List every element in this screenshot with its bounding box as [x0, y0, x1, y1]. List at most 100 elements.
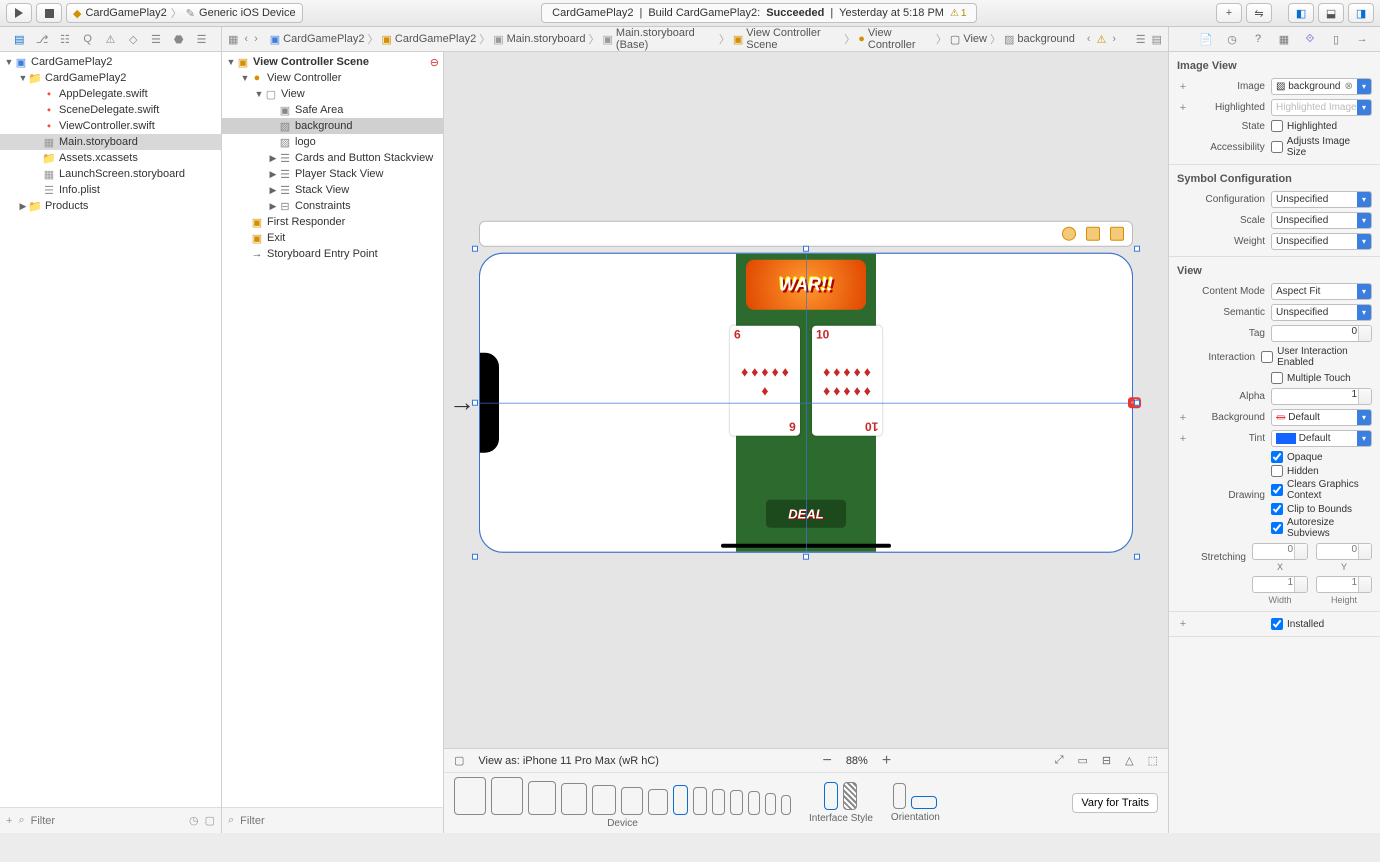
- attributes-inspector-icon[interactable]: ⟐: [1302, 31, 1318, 47]
- tag-stepper[interactable]: 0: [1271, 325, 1372, 342]
- library-plus-button[interactable]: +: [1216, 3, 1242, 23]
- align-icon[interactable]: ▭: [1078, 754, 1088, 767]
- nav-row[interactable]: 📁Assets.xcassets: [0, 150, 221, 166]
- drawing-check-4[interactable]: Autoresize Subviews: [1271, 517, 1372, 539]
- code-review-button[interactable]: ⇋: [1246, 3, 1272, 23]
- file-inspector-icon[interactable]: 📄: [1198, 31, 1214, 47]
- outline-filter-input[interactable]: [240, 812, 437, 830]
- drawing-check-3[interactable]: Clip to Bounds: [1271, 503, 1372, 515]
- device-config-icon[interactable]: ▢: [454, 754, 464, 767]
- vc-dock-icon[interactable]: [1062, 227, 1076, 241]
- constraint-tag[interactable]: ◦0: [1128, 397, 1141, 408]
- zoom-in-button[interactable]: +: [882, 752, 891, 770]
- outline-row[interactable]: ▨logo: [222, 134, 443, 150]
- debug-navigator-icon[interactable]: ☰: [148, 31, 164, 47]
- device-thumbs[interactable]: [454, 777, 791, 815]
- weight-dropdown[interactable]: Unspecified▾: [1271, 233, 1372, 250]
- tint-dropdown[interactable]: ▬▬ Default▾: [1271, 430, 1372, 447]
- outline-row[interactable]: ▶⊟Constraints: [222, 198, 443, 214]
- scene-dock[interactable]: [479, 221, 1133, 247]
- outline-toggle-icon[interactable]: ☰: [1136, 33, 1146, 46]
- nav-row[interactable]: ⬩ViewController.swift: [0, 118, 221, 134]
- outline-row[interactable]: ▣Safe Area: [222, 102, 443, 118]
- issues-warn-icon[interactable]: ⚠: [1097, 33, 1107, 46]
- source-control-navigator-icon[interactable]: ⎇: [34, 31, 50, 47]
- drawing-check-2[interactable]: Clears Graphics Context: [1271, 479, 1372, 501]
- outline-row[interactable]: ▣Exit: [222, 230, 443, 246]
- outline-row[interactable]: ▣First Responder: [222, 214, 443, 230]
- outline-row[interactable]: ▼●View Controller: [222, 70, 443, 86]
- zoom-level[interactable]: 88%: [846, 755, 868, 767]
- stretch-y-stepper[interactable]: 0: [1316, 543, 1372, 560]
- accessibility-check[interactable]: Adjusts Image Size: [1271, 136, 1372, 158]
- outline-row[interactable]: ▼▢View: [222, 86, 443, 102]
- pin-icon[interactable]: ⊟: [1102, 754, 1111, 767]
- scm-filter-icon[interactable]: ▢: [205, 814, 215, 827]
- issues-next-icon[interactable]: ›: [1112, 33, 1116, 45]
- add-bg-icon[interactable]: +: [1177, 412, 1189, 424]
- size-inspector-icon[interactable]: ▯: [1328, 31, 1344, 47]
- issue-navigator-icon[interactable]: ⚠: [102, 31, 118, 47]
- outline-row[interactable]: ▼▣View Controller Scene⊖: [222, 54, 443, 70]
- orientation-thumbs[interactable]: [893, 783, 937, 809]
- user-interaction-check[interactable]: User Interaction Enabled: [1261, 346, 1372, 368]
- interface-builder-canvas[interactable]: → WAR!! 6 ♦♦♦♦♦♦ 6 10: [444, 52, 1168, 833]
- help-inspector-icon[interactable]: ?: [1250, 31, 1266, 47]
- stop-button[interactable]: [36, 3, 62, 23]
- resolve-icon[interactable]: △: [1125, 754, 1133, 767]
- toggle-left-panel-button[interactable]: ◧: [1288, 3, 1314, 23]
- nav-row[interactable]: ⬩AppDelegate.swift: [0, 86, 221, 102]
- zoom-out-button[interactable]: −: [822, 752, 831, 770]
- breakpoint-navigator-icon[interactable]: ⬣: [171, 31, 187, 47]
- run-button[interactable]: [6, 3, 32, 23]
- device-preview[interactable]: WAR!! 6 ♦♦♦♦♦♦ 6 10 ♦♦♦♦♦♦♦♦♦♦ 10: [479, 253, 1133, 553]
- stretch-w-stepper[interactable]: 1: [1252, 576, 1308, 593]
- background-dropdown[interactable]: ▭ Default▾: [1271, 409, 1372, 426]
- alpha-stepper[interactable]: 1: [1271, 388, 1372, 405]
- connections-inspector-icon[interactable]: →: [1354, 31, 1370, 47]
- nav-row[interactable]: ▦Main.storyboard: [0, 134, 221, 150]
- exit-dock-icon[interactable]: [1110, 227, 1124, 241]
- toggle-right-panel-button[interactable]: ◨: [1348, 3, 1374, 23]
- recent-filter-icon[interactable]: ◷: [189, 814, 199, 827]
- nav-row[interactable]: ☰Info.plist: [0, 182, 221, 198]
- vary-for-traits-button[interactable]: Vary for Traits: [1072, 793, 1158, 813]
- nav-row[interactable]: ▦LaunchScreen.storyboard: [0, 166, 221, 182]
- interface-style-thumbs[interactable]: [824, 782, 857, 810]
- forward-icon[interactable]: ›: [254, 33, 258, 45]
- identity-inspector-icon[interactable]: ▦: [1276, 31, 1292, 47]
- embed-icon[interactable]: ⤢: [1055, 754, 1064, 767]
- add-highlighted-icon[interactable]: +: [1177, 102, 1189, 114]
- scale-dropdown[interactable]: Unspecified▾: [1271, 212, 1372, 229]
- embed-in-icon[interactable]: ⬚: [1148, 754, 1158, 767]
- test-navigator-icon[interactable]: ◇: [125, 31, 141, 47]
- symbol-navigator-icon[interactable]: ☷: [57, 31, 73, 47]
- outline-row[interactable]: ▨background: [222, 118, 443, 134]
- filter-input[interactable]: [31, 812, 183, 830]
- stretch-h-stepper[interactable]: 1: [1316, 576, 1372, 593]
- view-as-label[interactable]: View as: iPhone 11 Pro Max (wR hC): [478, 755, 659, 767]
- entry-point-arrow-icon[interactable]: →: [449, 387, 475, 418]
- stretch-x-stepper[interactable]: 0: [1252, 543, 1308, 560]
- nav-row[interactable]: ▼📁CardGamePlay2: [0, 70, 221, 86]
- content-mode-dropdown[interactable]: Aspect Fit▾: [1271, 283, 1372, 300]
- report-navigator-icon[interactable]: ☰: [194, 31, 210, 47]
- highlighted-check[interactable]: Highlighted: [1271, 120, 1337, 132]
- toggle-bottom-panel-button[interactable]: ⬓: [1318, 3, 1344, 23]
- adjust-editor-icon[interactable]: ▤: [1152, 33, 1162, 46]
- plus-icon[interactable]: +: [6, 815, 12, 827]
- add-tint-icon[interactable]: +: [1177, 433, 1189, 445]
- highlighted-field[interactable]: Highlighted Image▾: [1271, 99, 1372, 116]
- semantic-dropdown[interactable]: Unspecified▾: [1271, 304, 1372, 321]
- installed-check[interactable]: Installed: [1271, 618, 1324, 630]
- config-dropdown[interactable]: Unspecified▾: [1271, 191, 1372, 208]
- drawing-check-0[interactable]: Opaque: [1271, 451, 1372, 463]
- responder-dock-icon[interactable]: [1086, 227, 1100, 241]
- nav-row[interactable]: ▼▣CardGamePlay2: [0, 54, 221, 70]
- outline-row[interactable]: ▶☰Stack View: [222, 182, 443, 198]
- nav-row[interactable]: ⬩SceneDelegate.swift: [0, 102, 221, 118]
- add-image-icon[interactable]: +: [1177, 81, 1189, 93]
- breadcrumb[interactable]: ▣CardGamePlay2〉 ▣CardGamePlay2〉 ▣Main.st…: [270, 27, 1075, 51]
- back-icon[interactable]: ‹: [244, 33, 248, 45]
- project-navigator-icon[interactable]: ▤: [11, 31, 27, 47]
